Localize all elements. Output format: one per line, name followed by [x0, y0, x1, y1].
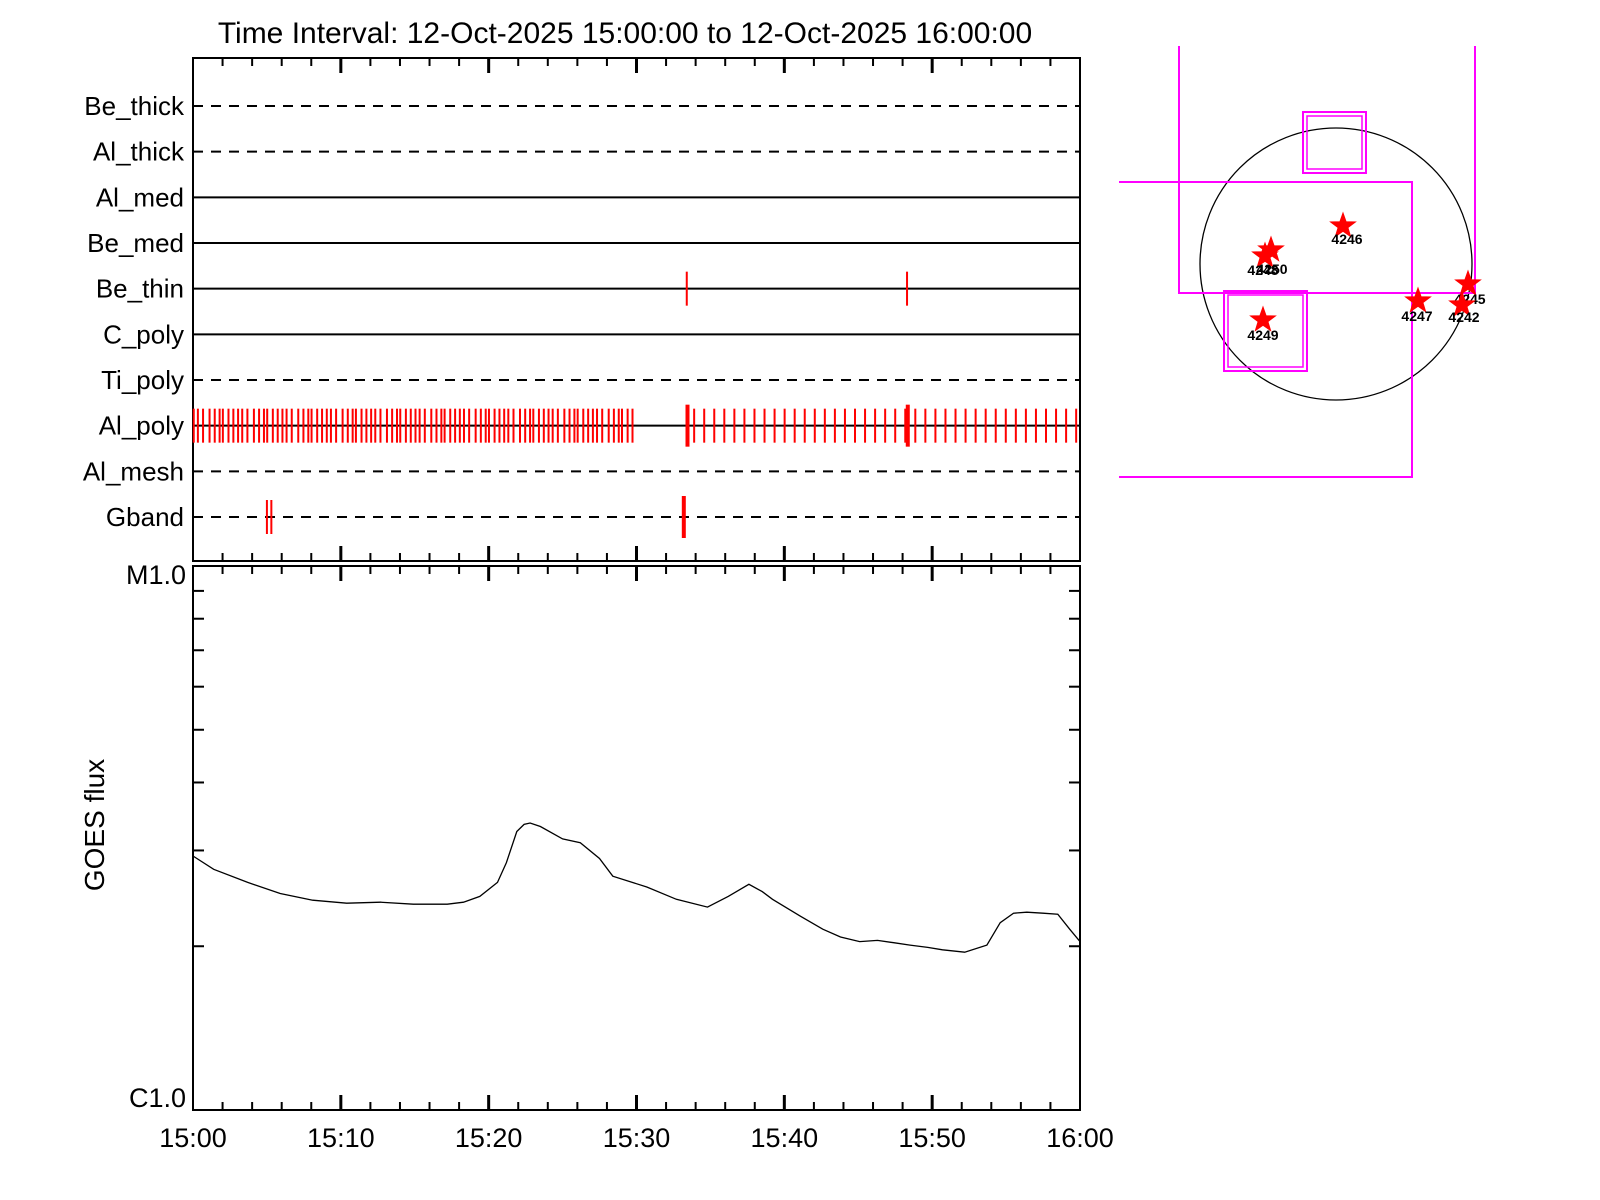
active-region-label-4247: 4247 — [1401, 308, 1432, 324]
solar-disk-map — [1119, 46, 1476, 478]
active-region-label-4246: 4246 — [1331, 231, 1362, 247]
goes-flux-curve — [192, 822, 1081, 953]
plot-page: Time Interval: 12-Oct-2025 15:00:00 to 1… — [0, 0, 1600, 1200]
channel-label-Be_med: Be_med — [87, 228, 184, 258]
channel-label-Al_mesh: Al_mesh — [83, 456, 184, 486]
solar-disk-labels: 4246425042484249424742454242 — [1247, 211, 1486, 343]
active-region-label-4249: 4249 — [1247, 327, 1278, 343]
goes-ymax-label: M1.0 — [126, 560, 186, 590]
channel-label-Be_thin: Be_thin — [96, 274, 184, 304]
goes-panel-border — [192, 565, 1081, 1111]
goes-flux-panel: 15:00 15:10 15:20 15:30 15:40 15:50 16:00 — [159, 565, 1114, 1153]
channel-label-Gband: Gband — [106, 502, 184, 532]
time-axis-label-1530: 15:30 — [603, 1123, 671, 1153]
channel-label-Be_thick: Be_thick — [84, 91, 185, 121]
time-axis-label-1540: 15:40 — [751, 1123, 819, 1153]
active-region-label-4242: 4242 — [1448, 309, 1479, 325]
time-axis-label-1520: 15:20 — [455, 1123, 523, 1153]
time-axis-label-1500: 15:00 — [159, 1123, 227, 1153]
goes-axis-title: GOES flux — [79, 759, 110, 891]
time-axis-label-1600: 16:00 — [1046, 1123, 1114, 1153]
time-axis-label-1510: 15:10 — [307, 1123, 375, 1153]
goes-ymin-label: C1.0 — [129, 1083, 186, 1113]
channel-label-Al_poly: Al_poly — [99, 411, 184, 441]
active-region-label-4248: 4248 — [1247, 262, 1278, 278]
fov-small-north — [1302, 111, 1367, 174]
filter-timeline-panel: Be_thick Al_thick Al_med Be_med Be_thin C_pol… — [83, 57, 1081, 562]
channel-label-Ti_poly: Ti_poly — [101, 365, 184, 395]
figure-title: Time Interval: 12-Oct-2025 15:00:00 to 1… — [218, 17, 1032, 50]
fov-large-upper — [1178, 46, 1476, 294]
channel-label-Al_med: Al_med — [96, 182, 184, 212]
time-axis-label-1550: 15:50 — [898, 1123, 966, 1153]
fov-small-north-inner — [1306, 115, 1363, 170]
channel-label-Al_thick: Al_thick — [93, 137, 185, 167]
observation-figure: Time Interval: 12-Oct-2025 15:00:00 to 1… — [79, 17, 1486, 1153]
timeline-panel-border — [192, 57, 1081, 562]
channel-label-C_poly: C_poly — [103, 319, 184, 349]
